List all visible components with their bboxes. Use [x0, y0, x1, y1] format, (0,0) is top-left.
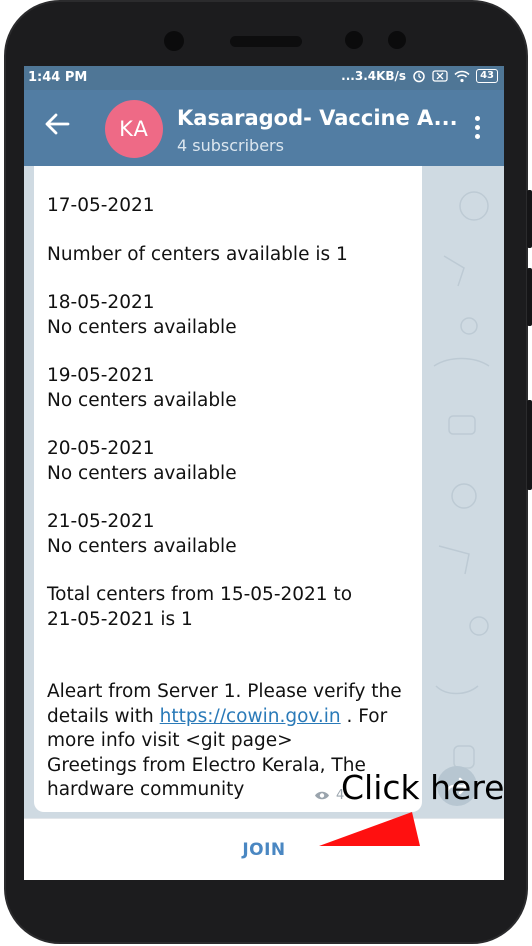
phone-frame: 1:44 PM ...3.4KB/s 43 KA Kasaragod- Vacc…: [0, 0, 532, 946]
annotation-text: Click here: [341, 768, 505, 807]
annotation-arrow: [319, 812, 420, 846]
